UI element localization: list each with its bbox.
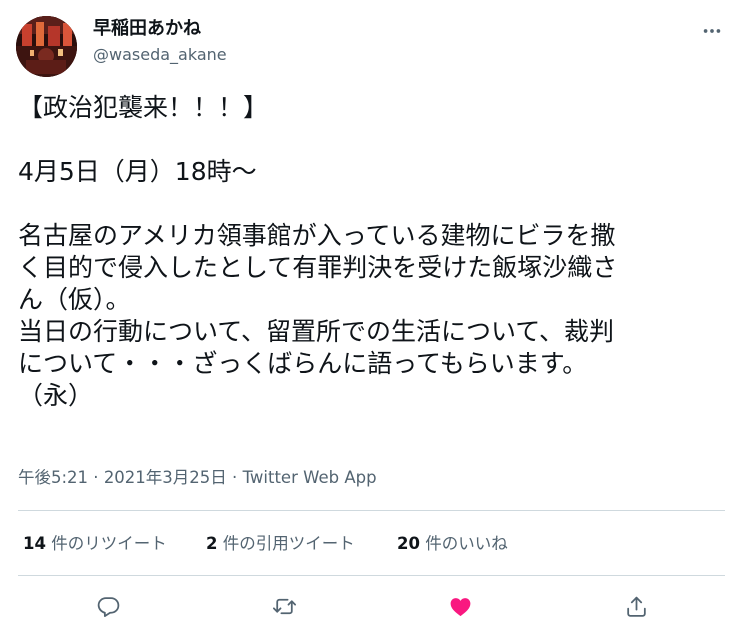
profile-avatar-image — [16, 16, 77, 77]
tweet-meta: 午後5:21 · 2021年3月25日 · Twitter Web App — [18, 467, 377, 489]
tweet-line: 4月5日（月）18時～ — [18, 157, 257, 186]
tweet-time-link[interactable]: 午後5:21 — [18, 468, 88, 487]
meta-separator: · — [88, 468, 104, 487]
reply-button[interactable] — [91, 589, 125, 623]
quotes-label: 件の引用ツイート — [217, 534, 355, 553]
quotes-count: 2 — [206, 534, 218, 553]
tweet-card: 早稲田あかね @waseda_akane 【政治犯襲来！！！】 4月5日（月）1… — [0, 0, 743, 635]
tweet-text: 【政治犯襲来！！！】 4月5日（月）18時～ 名古屋のアメリカ領事館が入っている… — [18, 92, 730, 412]
retweet-button[interactable] — [267, 589, 301, 623]
tweet-line: について・・・ざっくばらんに語ってもらいます。 — [18, 349, 588, 378]
likes-count: 20 — [397, 534, 420, 553]
display-name[interactable]: 早稲田あかね — [93, 18, 201, 40]
heart-icon — [450, 597, 470, 616]
retweets-label: 件のリツイート — [45, 534, 167, 553]
likes-stat[interactable]: 20 件のいいね — [397, 532, 508, 556]
tweet-source-link[interactable]: Twitter Web App — [243, 468, 377, 487]
meta-separator: · — [226, 468, 243, 487]
likes-label: 件のいいね — [419, 534, 508, 553]
retweet-icon — [272, 598, 296, 614]
tweet-line: ん（仮）。 — [18, 285, 131, 314]
quotes-stat[interactable]: 2 件の引用ツイート — [206, 532, 355, 556]
more-icon — [703, 29, 721, 33]
tweet-line: 【政治犯襲来！！！】 — [18, 93, 269, 122]
avatar[interactable] — [16, 16, 77, 77]
tweet-date-link[interactable]: 2021年3月25日 — [104, 468, 227, 487]
more-options-button[interactable] — [695, 14, 729, 48]
retweets-count: 14 — [23, 534, 46, 553]
like-button[interactable] — [443, 589, 477, 623]
divider — [18, 510, 725, 511]
tweet-line: 当日の行動について、留置所での生活について、裁判 — [18, 317, 615, 346]
tweet-line: 名古屋のアメリカ領事館が入っている建物にビラを撒 — [18, 221, 616, 250]
divider — [18, 575, 725, 576]
tweet-line: く目的で侵入したとして有罪判決を受けた飯塚沙織さ — [18, 253, 618, 282]
share-button[interactable] — [619, 589, 653, 623]
user-handle[interactable]: @waseda_akane — [93, 44, 227, 66]
reply-icon — [97, 596, 119, 617]
tweet-line: （永） — [18, 381, 94, 410]
share-icon — [626, 596, 646, 617]
retweets-stat[interactable]: 14 件のリツイート — [23, 532, 167, 556]
